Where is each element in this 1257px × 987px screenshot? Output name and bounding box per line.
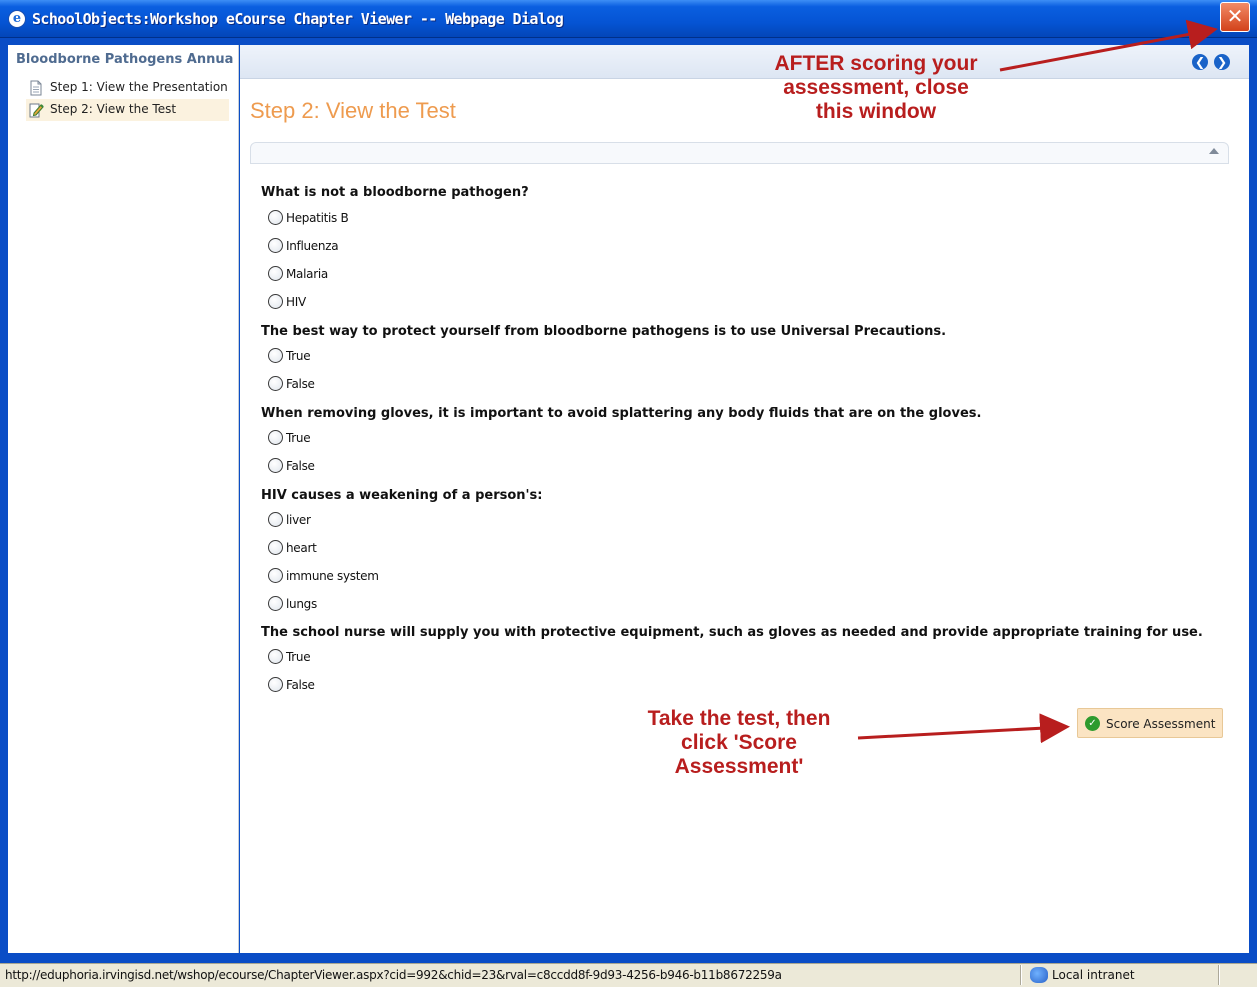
question-5: The school nurse will supply you with pr…: [261, 625, 1203, 640]
forward-arrow-icon[interactable]: ❯: [1214, 54, 1230, 70]
security-zone: Local intranet: [1052, 968, 1135, 982]
radio-button[interactable]: [268, 649, 283, 664]
radio-button[interactable]: [268, 677, 283, 692]
course-title: Bloodborne Pathogens Annua: [16, 52, 234, 67]
back-arrow-icon[interactable]: ❮: [1192, 54, 1208, 70]
radio-button[interactable]: [268, 238, 283, 253]
question-2: The best way to protect yourself from bl…: [261, 324, 947, 339]
radio-button[interactable]: [268, 458, 283, 473]
annotation-take-test: Take the test, then click 'Score Assessm…: [647, 707, 831, 778]
sidebar: [8, 45, 239, 953]
annotation-close-window: AFTER scoring your assessment, close thi…: [774, 52, 978, 123]
sidebar-item-step-2[interactable]: Step 2: View the Test: [26, 99, 229, 121]
document-icon: [30, 80, 42, 96]
radio-button[interactable]: [268, 266, 283, 281]
collapsible-panel-header[interactable]: [250, 142, 1229, 164]
intranet-zone-icon: [1030, 967, 1048, 983]
checkmark-icon: ✓: [1085, 716, 1100, 731]
radio-button[interactable]: [268, 596, 283, 611]
status-divider: [1218, 965, 1220, 985]
question-4: HIV causes a weakening of a person's:: [261, 488, 543, 503]
close-button[interactable]: ✕: [1220, 2, 1250, 32]
ie-icon: e: [8, 10, 26, 28]
question-3: When removing gloves, it is important to…: [261, 406, 982, 421]
sidebar-item-label: Step 1: View the Presentation: [50, 80, 228, 94]
radio-button[interactable]: [268, 294, 283, 309]
radio-button[interactable]: [268, 568, 283, 583]
radio-button[interactable]: [268, 540, 283, 555]
collapse-caret-icon[interactable]: [1209, 148, 1219, 154]
radio-button[interactable]: [268, 348, 283, 363]
radio-button[interactable]: [268, 210, 283, 225]
window-title: SchoolObjects:Workshop eCourse Chapter V…: [32, 10, 564, 28]
page-title: Step 2: View the Test: [250, 98, 456, 123]
radio-button[interactable]: [268, 512, 283, 527]
radio-button[interactable]: [268, 430, 283, 445]
edit-document-icon: [29, 103, 44, 118]
radio-button[interactable]: [268, 376, 283, 391]
score-assessment-button[interactable]: ✓ Score Assessment: [1077, 708, 1223, 738]
question-1: What is not a bloodborne pathogen?: [261, 185, 529, 200]
window-title-bar[interactable]: e SchoolObjects:Workshop eCourse Chapter…: [0, 0, 1257, 38]
sidebar-item-step-1[interactable]: Step 1: View the Presentation: [26, 77, 229, 99]
sidebar-item-label: Step 2: View the Test: [50, 102, 177, 116]
status-url: http://eduphoria.irvingisd.net/wshop/eco…: [5, 968, 782, 982]
status-divider: [1020, 965, 1022, 985]
